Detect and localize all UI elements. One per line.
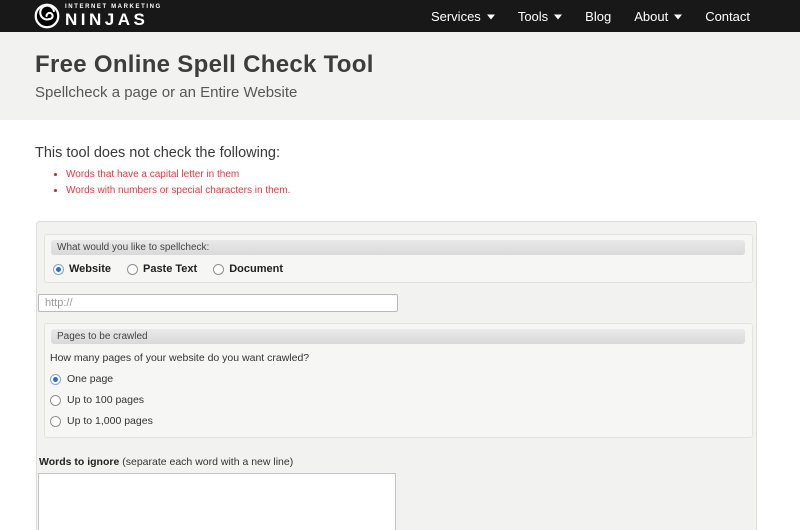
nav-item-blog[interactable]: Blog [585,9,611,24]
chevron-down-icon [554,14,562,23]
radio-website[interactable] [53,264,64,275]
notes-item: Words with numbers or special characters… [66,183,800,199]
nav-item-contact[interactable]: Contact [705,9,750,24]
logo[interactable]: INTERNET MARKETING NINJAS [34,3,162,29]
nav-menu: Services Tools Blog About Contact [431,9,750,24]
spellcheck-type-options: Website Paste Text Document [53,263,746,275]
pages-question: How many pages of your website do you wa… [50,352,746,364]
spellcheck-form-panel: What would you like to spellcheck: Websi… [36,221,757,530]
radio-option-label: Website [69,263,111,275]
nav-item-services[interactable]: Services [431,9,495,24]
radio-option-website[interactable]: Website [53,263,111,275]
ignore-words-label-bold: Words to ignore [39,456,119,468]
radio-option-label: One page [67,373,113,385]
chevron-down-icon [674,14,682,23]
radio-option-one-page[interactable]: One page [50,373,746,385]
nav-item-label: About [634,9,668,24]
radio-option-label: Paste Text [143,263,197,275]
radio-paste-text[interactable] [127,264,138,275]
spellcheck-type-fieldset: What would you like to spellcheck: Websi… [44,234,753,283]
radio-option-100-pages[interactable]: Up to 100 pages [50,394,746,406]
pages-header: Pages to be crawled [51,329,745,344]
notes-item: Words that have a capital letter in them [66,167,800,183]
pages-fieldset: Pages to be crawled How many pages of yo… [44,323,753,438]
ignore-words-label-note: (separate each word with a new line) [119,456,293,468]
nav-item-label: Services [431,9,481,24]
radio-option-label: Up to 1,000 pages [67,415,153,427]
radio-option-paste-text[interactable]: Paste Text [127,263,197,275]
page-title: Free Online Spell Check Tool [35,51,800,79]
radio-1000-pages[interactable] [50,416,61,427]
nav-item-label: Blog [585,9,611,24]
ignore-words-textarea[interactable] [38,473,396,530]
notes-list: Words that have a capital letter in them… [66,167,800,198]
url-input[interactable] [38,294,398,312]
radio-option-label: Document [229,263,283,275]
logo-brand: NINJAS [65,11,162,28]
radio-100-pages[interactable] [50,395,61,406]
ignore-words-label: Words to ignore (separate each word with… [39,456,756,468]
radio-option-label: Up to 100 pages [67,394,144,406]
nav-item-label: Contact [705,9,750,24]
nav-item-tools[interactable]: Tools [518,9,562,24]
nav-item-about[interactable]: About [634,9,682,24]
radio-option-document[interactable]: Document [213,263,283,275]
ninjas-spiral-icon [34,3,60,29]
top-navbar: INTERNET MARKETING NINJAS Services Tools… [0,0,800,32]
notes-heading: This tool does not check the following: [35,145,800,161]
page-subtitle: Spellcheck a page or an Entire Website [35,84,800,101]
nav-item-label: Tools [518,9,548,24]
radio-document[interactable] [213,264,224,275]
logo-text: INTERNET MARKETING NINJAS [65,4,162,28]
tool-notes: This tool does not check the following: … [35,145,800,198]
chevron-down-icon [487,14,495,23]
page-header: Free Online Spell Check Tool Spellcheck … [0,32,800,120]
radio-one-page[interactable] [50,374,61,385]
spellcheck-type-header: What would you like to spellcheck: [51,240,745,255]
radio-option-1000-pages[interactable]: Up to 1,000 pages [50,415,746,427]
